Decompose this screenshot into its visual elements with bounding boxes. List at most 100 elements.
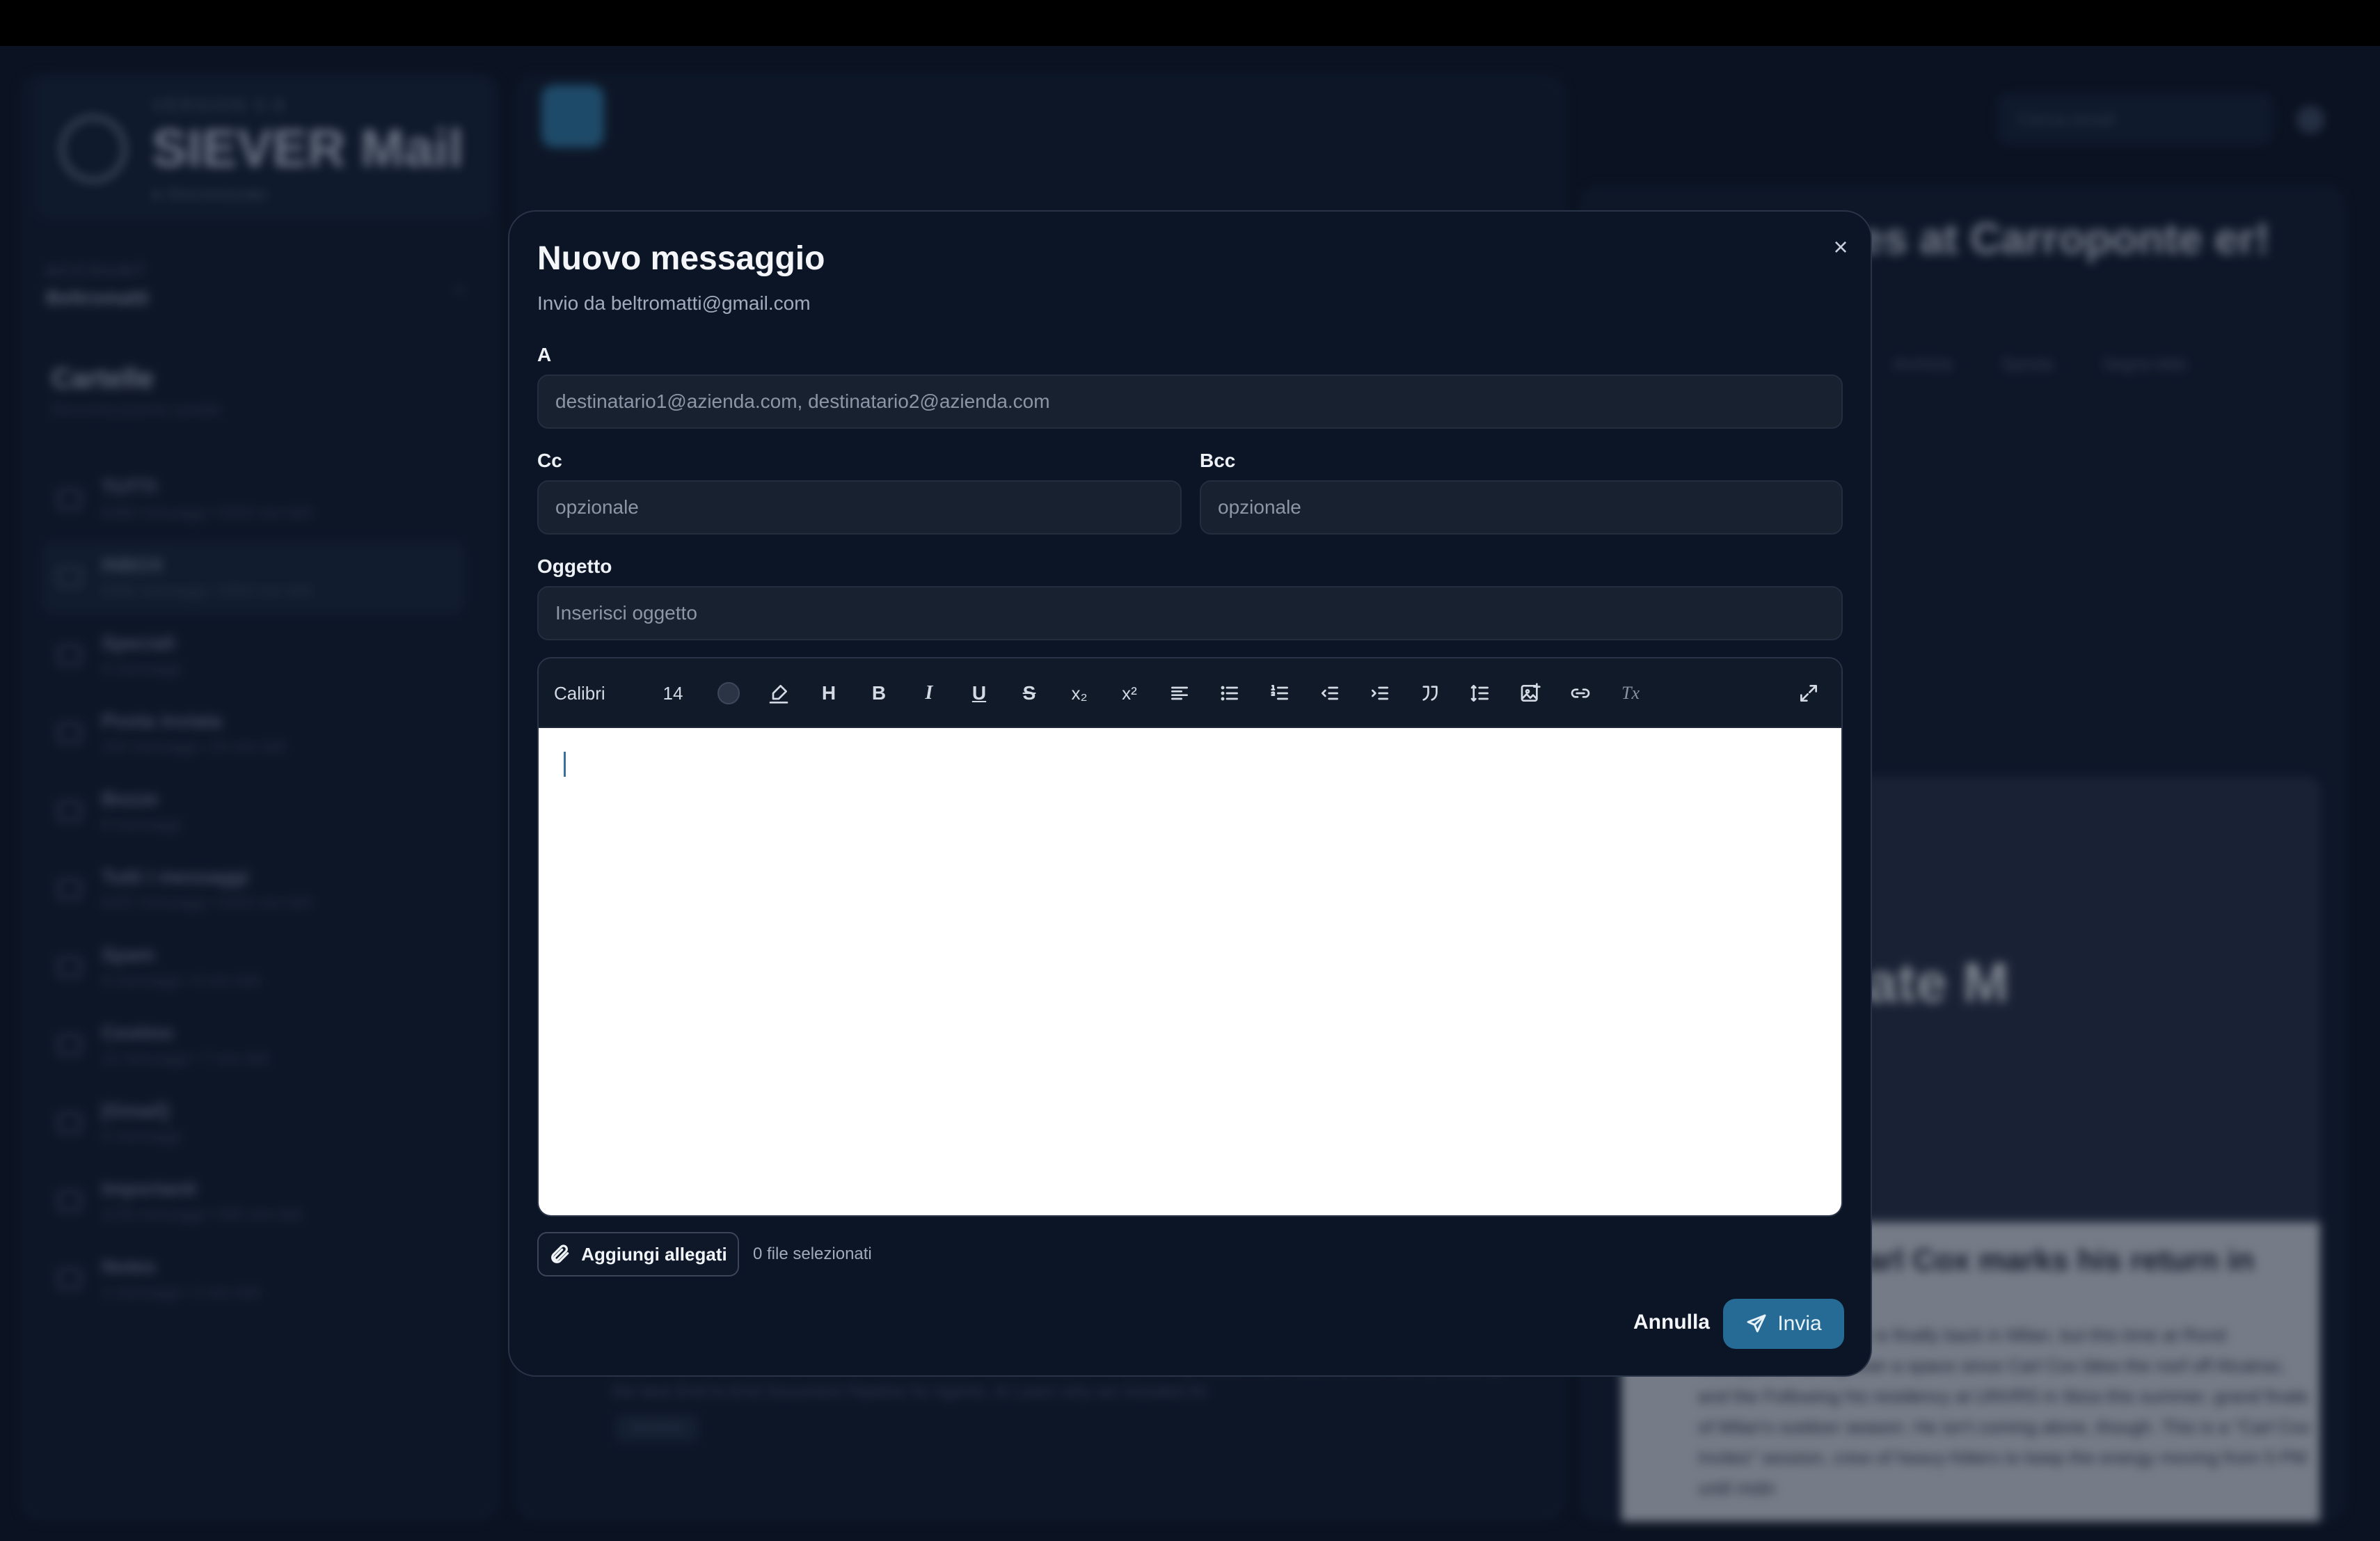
compose-icon[interactable] — [541, 85, 604, 148]
italic-button[interactable]: I — [912, 676, 946, 711]
folder-item[interactable]: Importanti 1126 messaggi • 595 non letti — [42, 1165, 465, 1238]
folder-item[interactable]: INBOX 6366 messaggi • 5304 non letti — [42, 542, 465, 614]
bullet-list-icon — [1221, 686, 1238, 701]
folder-item[interactable]: Notes 1 messaggi • 1 non letti — [42, 1243, 465, 1315]
highlighter-icon — [769, 685, 788, 704]
logo-icon — [60, 116, 127, 182]
color-swatch-icon — [717, 682, 740, 704]
spam-icon — [57, 956, 82, 977]
expand-icon — [1800, 685, 1817, 702]
bullet-list-button[interactable] — [1212, 676, 1247, 711]
superscript-button[interactable]: x² — [1112, 676, 1147, 711]
move-button[interactable]: Sposta — [2001, 355, 2054, 374]
account-name[interactable]: Beltromatti — [46, 287, 149, 309]
reader-actions: Archivia Sposta Segna letto — [1893, 355, 2232, 374]
close-icon: × — [1833, 232, 1848, 261]
clear-format-button[interactable]: Tx — [1613, 676, 1648, 711]
reader-title: vites at Carroponte er! — [1809, 215, 2270, 263]
folders-subtitle: Sincronizzazione cartelle — [51, 401, 221, 418]
folder-item[interactable]: Speciali 4 messaggi — [42, 619, 465, 692]
rich-text-editor: Calibri 14 H B I U S x₂ x² Tx — [537, 657, 1843, 1217]
text-color-button[interactable] — [711, 676, 746, 711]
indent-icon — [1372, 686, 1388, 700]
inbox-icon — [57, 567, 82, 587]
subject-field[interactable] — [537, 586, 1843, 640]
folder-icon — [57, 1268, 82, 1289]
brand-version: VERSION 0.8 — [152, 95, 287, 116]
mark-read-button[interactable]: Segna letto — [2102, 355, 2187, 374]
editor-content[interactable] — [539, 728, 1841, 1215]
folder-item[interactable]: Bozze 8 messaggi — [42, 775, 465, 848]
ordered-list-icon — [1271, 685, 1288, 700]
blockquote-button[interactable] — [1413, 676, 1447, 711]
link-button[interactable] — [1563, 676, 1598, 711]
close-button[interactable]: × — [1825, 231, 1857, 263]
heading-button[interactable]: H — [811, 676, 846, 711]
trash-icon — [57, 1034, 82, 1055]
to-label: A — [537, 344, 552, 365]
send-icon — [57, 722, 82, 743]
archive-button[interactable]: Archivia — [1893, 355, 1952, 374]
cc-field[interactable] — [537, 480, 1182, 535]
image-icon — [1521, 683, 1541, 702]
search-placeholder: Cerca email — [2018, 109, 2115, 129]
chevron-down-icon[interactable]: ⌄ — [452, 276, 468, 297]
bcc-field[interactable] — [1200, 480, 1843, 535]
inbox-icon — [57, 489, 82, 509]
align-left-icon — [1171, 686, 1188, 700]
to-field[interactable] — [537, 374, 1843, 429]
font-size-select[interactable]: 14 — [656, 676, 690, 711]
folder-item[interactable]: Spam 4 messaggi • 4 non letti — [42, 931, 465, 1004]
email-headline: Carl Cox marks his return in — [1844, 1243, 2255, 1277]
folder-item[interactable]: Cestino 15 messaggi • 7 non letti — [42, 1009, 465, 1082]
font-family-select[interactable]: Calibri — [554, 676, 605, 711]
cancel-button[interactable]: Annulla — [1602, 1297, 1741, 1348]
send-label: Invia — [1777, 1312, 1822, 1335]
settings-icon[interactable] — [2296, 106, 2324, 134]
quote-icon — [1422, 686, 1438, 701]
outdent-button[interactable] — [1312, 676, 1347, 711]
folder-icon — [57, 800, 82, 821]
line-height-button[interactable] — [1463, 676, 1498, 711]
add-attachments-button[interactable]: Aggiungi allegati — [537, 1232, 739, 1277]
dialog-title: Nuovo messaggio — [537, 240, 825, 277]
dialog-subtitle: Invio da beltromatti@gmail.com — [537, 292, 811, 314]
line-height-icon — [1470, 685, 1489, 702]
fullscreen-button[interactable] — [1791, 676, 1826, 711]
cc-label: Cc — [537, 450, 562, 471]
subscript-button[interactable]: x₂ — [1062, 676, 1097, 711]
folder-icon — [57, 878, 82, 899]
folder-item[interactable]: [Gmail] 0 messaggi — [42, 1087, 465, 1160]
folder-icon — [57, 1112, 82, 1133]
indent-button[interactable] — [1363, 676, 1397, 711]
message-badge: INVIAVA — [615, 1414, 699, 1442]
add-attachments-label: Aggiungi allegati — [581, 1243, 727, 1265]
subject-label: Oggetto — [537, 555, 612, 577]
send-icon — [1747, 1314, 1766, 1333]
folders-title: Cartelle — [51, 363, 154, 394]
sync-status: ● Sincronizzato — [152, 185, 267, 204]
strikethrough-button[interactable]: S — [1012, 676, 1047, 711]
folder-icon — [57, 645, 82, 665]
folder-item[interactable]: Tutti i messaggi 6497 messaggi • 5304 non… — [42, 853, 465, 926]
compose-dialog: × Nuovo messaggio Invio da beltromatti@g… — [508, 210, 1872, 1377]
insert-image-button[interactable] — [1513, 676, 1548, 711]
ordered-list-button[interactable] — [1262, 676, 1297, 711]
bold-button[interactable]: B — [862, 676, 896, 711]
link-icon — [1571, 688, 1590, 698]
paperclip-icon — [551, 1244, 569, 1263]
folder-icon — [57, 1190, 82, 1211]
brand-card: VERSION 0.8 SIEVER Mail ● Sincronizzato — [35, 74, 494, 220]
send-button[interactable]: Invia — [1723, 1299, 1844, 1349]
text-caret — [564, 752, 566, 777]
folder-item[interactable]: Posta inviata 162 messaggi • 20 non letti — [42, 697, 465, 770]
brand-title: SIEVER Mail — [152, 119, 463, 178]
window-top-bar — [0, 0, 2380, 46]
underline-button[interactable]: U — [962, 676, 997, 711]
outdent-icon — [1322, 686, 1338, 700]
highlight-button[interactable] — [761, 676, 796, 711]
attachment-count: 0 file selezionati — [753, 1244, 872, 1263]
folder-item[interactable]: TUTTI 6366 messaggi • 5304 non letti — [42, 464, 465, 536]
align-button[interactable] — [1162, 676, 1197, 711]
account-label: ACCOUNT — [46, 262, 148, 280]
